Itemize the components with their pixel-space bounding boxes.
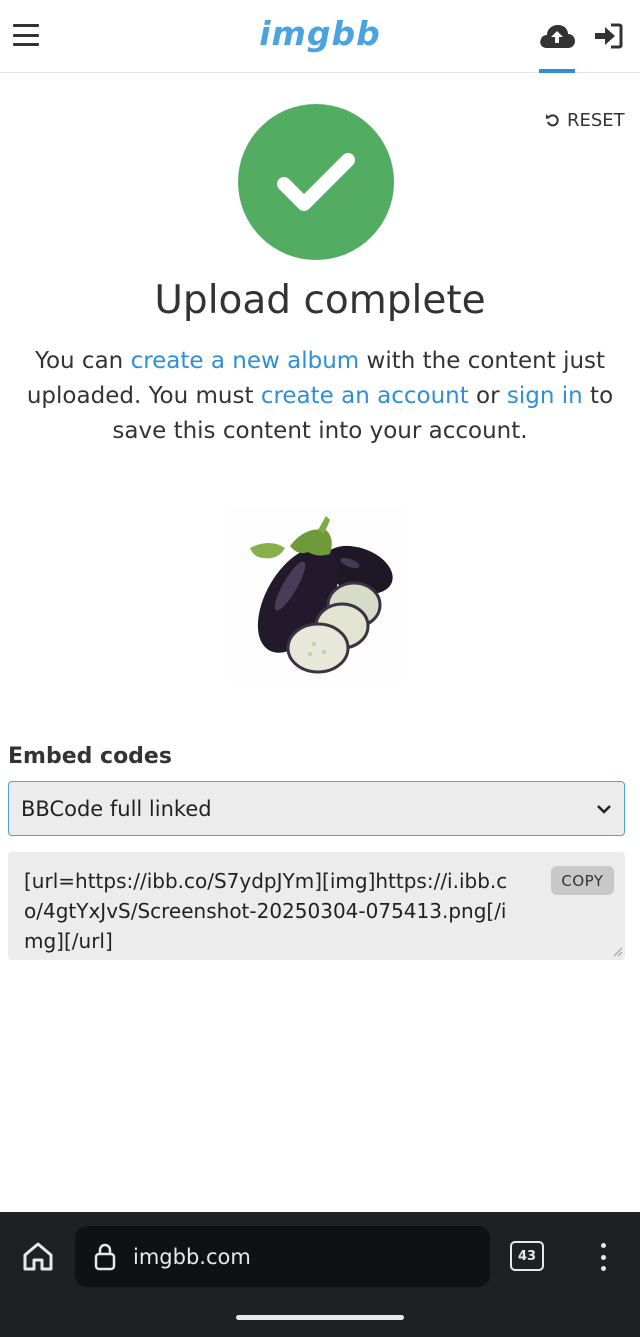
embed-codes-label: Embed codes <box>8 744 172 769</box>
create-album-link[interactable]: create a new album <box>131 348 360 374</box>
cloud-upload-icon[interactable] <box>535 18 579 54</box>
copy-button[interactable]: COPY <box>551 866 614 895</box>
menu-icon[interactable] <box>10 20 42 50</box>
embed-format-select[interactable]: BBCode full linked <box>8 781 625 836</box>
page-title: Upload complete <box>154 278 486 323</box>
address-bar[interactable]: imgbb.com <box>75 1226 490 1287</box>
active-tab-indicator <box>539 69 575 73</box>
undo-icon <box>546 114 559 127</box>
tab-switcher-button[interactable]: 43 <box>510 1241 544 1271</box>
lock-icon[interactable] <box>93 1242 117 1272</box>
uploaded-image-preview[interactable] <box>230 508 402 682</box>
embed-format-value: BBCode full linked <box>21 796 212 821</box>
chevron-down-icon <box>597 804 611 814</box>
sign-in-link[interactable]: sign in <box>507 383 583 409</box>
gesture-navigation-bar[interactable] <box>236 1315 404 1320</box>
upload-message: You can create a new album with the cont… <box>26 348 614 444</box>
more-options-icon[interactable] <box>588 1240 618 1274</box>
embed-code-textarea[interactable]: [url=https://ibb.co/S7ydpJYm][img]https:… <box>8 852 625 960</box>
sign-in-icon[interactable] <box>588 18 628 54</box>
top-navigation-bar: imgbb <box>0 0 640 73</box>
home-icon[interactable] <box>18 1236 58 1276</box>
url-text: imgbb.com <box>133 1244 251 1269</box>
success-checkmark-icon <box>238 104 394 260</box>
resize-handle-icon[interactable] <box>613 947 623 957</box>
reset-label: RESET <box>567 109 625 131</box>
create-account-link[interactable]: create an account <box>261 383 469 409</box>
reset-button[interactable]: RESET <box>545 108 625 132</box>
imgbb-logo[interactable]: imgbb <box>220 14 420 53</box>
